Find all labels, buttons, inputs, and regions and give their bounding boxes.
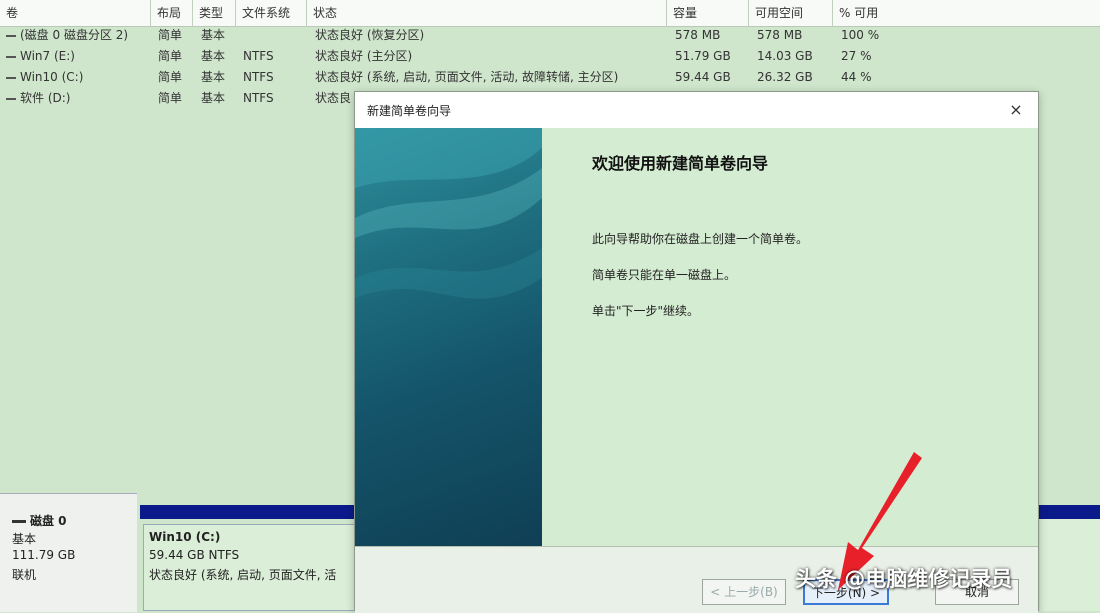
close-icon[interactable]: × [1004,98,1028,122]
volume-dash-icon [6,55,16,58]
volume-percent-free: 100 % [841,28,880,42]
volume-capacity: 59.44 GB [675,70,731,84]
wizard-banner-image [355,128,542,546]
volume-free-space: 578 MB [757,28,803,42]
volume-type: 基本 [201,70,226,84]
column-header-volume[interactable]: 卷 [0,0,151,26]
volume-filesystem: NTFS [243,91,274,105]
volume-layout: 简单 [158,49,183,63]
table-row[interactable]: Win7 (E:) 简单 基本 NTFS 状态良好 (主分区) 51.79 GB… [0,46,1100,67]
volume-free-space: 14.03 GB [757,49,813,63]
partition-status: 状态良好 (系统, 启动, 页面文件, 活 [149,568,337,582]
volume-dash-icon [6,76,16,79]
column-header-capacity[interactable]: 容量 [667,0,749,26]
disk-icon [12,520,26,523]
disk-size: 111.79 GB [12,548,76,562]
column-header-percent-free[interactable]: % 可用 [833,0,1100,26]
volume-name: Win10 (C:) [20,70,84,84]
volume-status: 状态良 [315,91,352,105]
column-header-type[interactable]: 类型 [193,0,236,26]
volume-dash-icon [6,34,16,37]
disk-state: 联机 [12,568,37,582]
volume-capacity: 51.79 GB [675,49,731,63]
volume-layout: 简单 [158,70,183,84]
volume-free-space: 26.32 GB [757,70,813,84]
volume-status: 状态良好 (恢复分区) [315,28,425,42]
volume-status: 状态良好 (系统, 启动, 页面文件, 活动, 故障转储, 主分区) [315,70,619,84]
wizard-heading: 欢迎使用新建简单卷向导 [592,154,769,173]
partition-win10[interactable]: Win10 (C:) 59.44 GB NTFS 状态良好 (系统, 启动, 页… [143,524,355,611]
volume-dash-icon [6,97,16,100]
table-row[interactable]: (磁盘 0 磁盘分区 2) 简单 基本 状态良好 (恢复分区) 578 MB 5… [0,25,1100,46]
volume-type: 基本 [201,91,226,105]
volume-percent-free: 27 % [841,49,872,63]
table-row[interactable]: Win10 (C:) 简单 基本 NTFS 状态良好 (系统, 启动, 页面文件… [0,67,1100,88]
watermark-text: 头条 @电脑维修记录员 [795,567,1013,591]
disk-info-panel[interactable]: 磁盘 0 基本 111.79 GB 联机 [0,493,137,612]
partition-name: Win10 (C:) [149,530,221,544]
back-button[interactable]: < 上一步(B) [702,579,786,605]
column-header-status[interactable]: 状态 [307,0,667,26]
column-header-free-space[interactable]: 可用空间 [749,0,833,26]
volume-capacity: 578 MB [675,28,721,42]
volume-layout: 简单 [158,91,183,105]
volume-layout: 简单 [158,28,183,42]
volume-filesystem: NTFS [243,70,274,84]
disk-name-row: 磁盘 0 [12,512,67,529]
volume-type: 基本 [201,49,226,63]
volume-status: 状态良好 (主分区) [315,49,413,63]
volume-name: 软件 (D:) [20,91,71,105]
wizard-description-2: 简单卷只能在单一磁盘上。 [592,268,737,282]
new-simple-volume-wizard: 新建简单卷向导 × 欢迎使用新建简单卷向导 此向导帮助你在磁盘上创建一个简单卷。… [354,91,1039,613]
volume-name: (磁盘 0 磁盘分区 2) [20,28,129,42]
dialog-title: 新建简单卷向导 [367,104,452,118]
disk-name: 磁盘 0 [30,514,67,528]
partition-strip[interactable] [1040,519,1100,611]
banner-wave-graphic [355,128,542,299]
column-header-layout[interactable]: 布局 [151,0,193,26]
volume-filesystem: NTFS [243,49,274,63]
wizard-description-1: 此向导帮助你在磁盘上创建一个简单卷。 [592,232,809,246]
volume-type: 基本 [201,28,226,42]
volume-list-header: 卷 布局 类型 文件系统 状态 容量 可用空间 % 可用 [0,0,1100,27]
dialog-title-bar[interactable]: 新建简单卷向导 × [355,92,1038,128]
disk-kind: 基本 [12,532,37,546]
wizard-description-3: 单击"下一步"继续。 [592,304,700,318]
column-header-filesystem[interactable]: 文件系统 [236,0,307,26]
volume-percent-free: 44 % [841,70,872,84]
partition-size-fs: 59.44 GB NTFS [149,548,240,562]
volume-name: Win7 (E:) [20,49,75,63]
